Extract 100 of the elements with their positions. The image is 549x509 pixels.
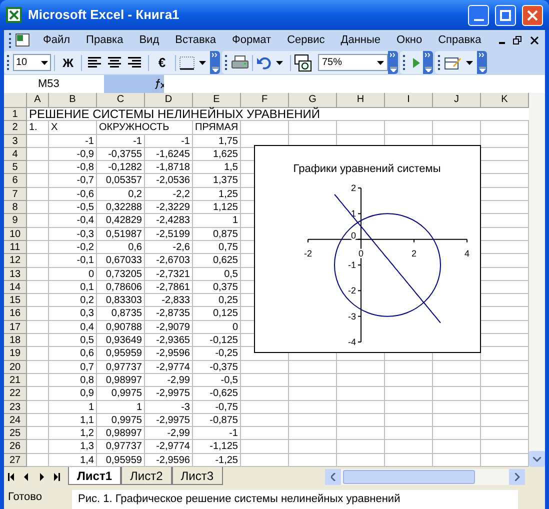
column-header[interactable]: G <box>289 93 337 108</box>
row-header[interactable]: 16 <box>4 307 27 321</box>
menu-item[interactable]: Сервис <box>287 32 325 48</box>
menu-item[interactable]: Правка <box>86 32 124 48</box>
table-cell: -2,9596 <box>156 347 190 360</box>
row-header[interactable]: 4 <box>4 148 27 162</box>
table-cell: 1 <box>88 400 94 413</box>
column-header[interactable]: B <box>49 93 97 108</box>
table-cell: ПРЯМАЯ <box>195 121 238 134</box>
menu-item[interactable]: Справка <box>438 32 482 48</box>
table-cell: 1,125 <box>212 201 238 214</box>
menu-item[interactable]: Файл <box>43 32 70 48</box>
menu-item[interactable]: Вид <box>139 32 160 48</box>
table-cell: -0,3 <box>76 228 94 240</box>
row-header[interactable]: 13 <box>4 268 27 281</box>
y-tick-label: -3 <box>348 311 356 322</box>
menu-item[interactable]: Данные <box>340 32 381 48</box>
row-header[interactable]: 11 <box>4 240 27 254</box>
row-header[interactable]: 20 <box>4 360 27 374</box>
table-cell: 0,4 <box>80 320 94 334</box>
column-header[interactable]: J <box>433 93 481 108</box>
table-cell: 0,32288 <box>106 201 142 214</box>
row-header[interactable]: 12 <box>4 254 27 268</box>
column-header[interactable]: E <box>193 93 241 108</box>
table-cell: -2,9774 <box>156 440 190 453</box>
table-cell: -1,125 <box>210 440 238 453</box>
table-cell: 1. <box>29 121 38 134</box>
menu-item[interactable]: Вставка <box>175 32 216 48</box>
row-header[interactable]: 8 <box>4 201 27 214</box>
row-header[interactable]: 3 <box>4 134 27 148</box>
table-cell: -0,875 <box>210 414 238 426</box>
row-header[interactable]: 14 <box>4 280 27 294</box>
table-cell: 0,90788 <box>106 320 142 334</box>
table-cell: -0,25 <box>215 347 238 360</box>
table-cell: -1 <box>181 134 190 147</box>
y-tick-label: -2 <box>348 286 356 296</box>
table-cell: -2,8735 <box>156 307 190 320</box>
row-header[interactable]: 5 <box>4 161 27 174</box>
row-header[interactable]: 6 <box>4 174 27 188</box>
column-header[interactable]: D <box>145 93 193 108</box>
table-cell: -2,9365 <box>156 334 190 346</box>
sheet-title: РЕШЕНИЕ СИСТЕМЫ НЕЛИНЕЙНЫХ УРАВНЕНИЙ <box>29 107 320 121</box>
table-cell: -1 <box>229 427 238 440</box>
x-tick-label: -2 <box>304 248 312 258</box>
table-cell: 1,4 <box>80 454 94 466</box>
table-cell: 0,5 <box>80 334 94 346</box>
row-header[interactable]: 2 <box>4 121 27 135</box>
table-cell: -0,9 <box>76 148 94 160</box>
sheet-tab[interactable]: Лист1 <box>68 467 122 485</box>
table-cell: 0,95959 <box>106 347 142 360</box>
status-text: Готово <box>8 490 42 506</box>
row-header[interactable]: 24 <box>4 414 27 428</box>
sheet-tab[interactable]: Лист3 <box>172 467 223 485</box>
column-header[interactable]: H <box>337 93 385 108</box>
row-header[interactable]: 17 <box>4 320 27 334</box>
column-header[interactable]: F <box>241 93 289 108</box>
row-header[interactable]: 15 <box>4 294 27 308</box>
table-cell: 0,7 <box>80 360 94 373</box>
row-header[interactable]: 7 <box>4 188 27 202</box>
currency-button[interactable]: € <box>152 52 172 72</box>
table-cell: 1,1 <box>80 414 94 426</box>
row-header[interactable]: 18 <box>4 334 27 348</box>
row-header[interactable]: 19 <box>4 347 27 361</box>
row-header[interactable]: 26 <box>4 440 27 454</box>
y-tick-label: 1 <box>350 208 356 219</box>
table-cell: 0,8 <box>80 374 94 386</box>
table-cell: 1,2 <box>80 427 94 440</box>
figure-caption: Рис. 1. Графическое решение системы нелинейных уравнений <box>78 492 400 508</box>
row-header[interactable]: 27 <box>4 454 27 467</box>
row-header[interactable]: 10 <box>4 228 27 241</box>
table-cell: 0,25 <box>218 294 238 306</box>
bold-button[interactable]: Ж <box>58 52 78 72</box>
font-size-field[interactable]: 10 <box>13 54 51 71</box>
table-cell: 1,25 <box>218 188 238 200</box>
row-header[interactable]: 23 <box>4 400 27 414</box>
zoom-field[interactable]: 75% <box>318 54 388 71</box>
column-header[interactable]: I <box>385 93 433 108</box>
sheet-tab[interactable]: Лист2 <box>121 467 172 485</box>
table-cell: ОКРУЖНОСТЬ <box>99 121 170 134</box>
row-header[interactable]: 21 <box>4 374 27 388</box>
y-tick-label: -4 <box>348 337 356 347</box>
row-header[interactable]: 9 <box>4 214 27 228</box>
table-cell: -2,9079 <box>156 320 190 334</box>
table-cell: -2,9975 <box>156 387 190 400</box>
table-cell: -2,6 <box>172 240 190 254</box>
column-header[interactable]: K <box>481 93 529 108</box>
table-cell: -0,6 <box>76 188 94 200</box>
table-cell: 0,67033 <box>106 254 142 267</box>
table-cell: -1,25 <box>215 454 238 466</box>
menu-item[interactable]: Формат <box>232 32 272 48</box>
column-header[interactable]: C <box>97 93 145 108</box>
row-header[interactable]: 25 <box>4 427 27 440</box>
column-header[interactable]: A <box>27 93 49 108</box>
menu-item[interactable]: Окно <box>396 32 422 48</box>
y-tick-label: 2 <box>350 183 356 193</box>
row-header[interactable]: 1 <box>4 108 27 122</box>
table-cell: 0,75 <box>218 240 238 254</box>
chart-title: Графики уравнений системы <box>293 163 441 175</box>
row-header[interactable]: 22 <box>4 387 27 401</box>
table-cell: -2,7321 <box>156 268 190 280</box>
